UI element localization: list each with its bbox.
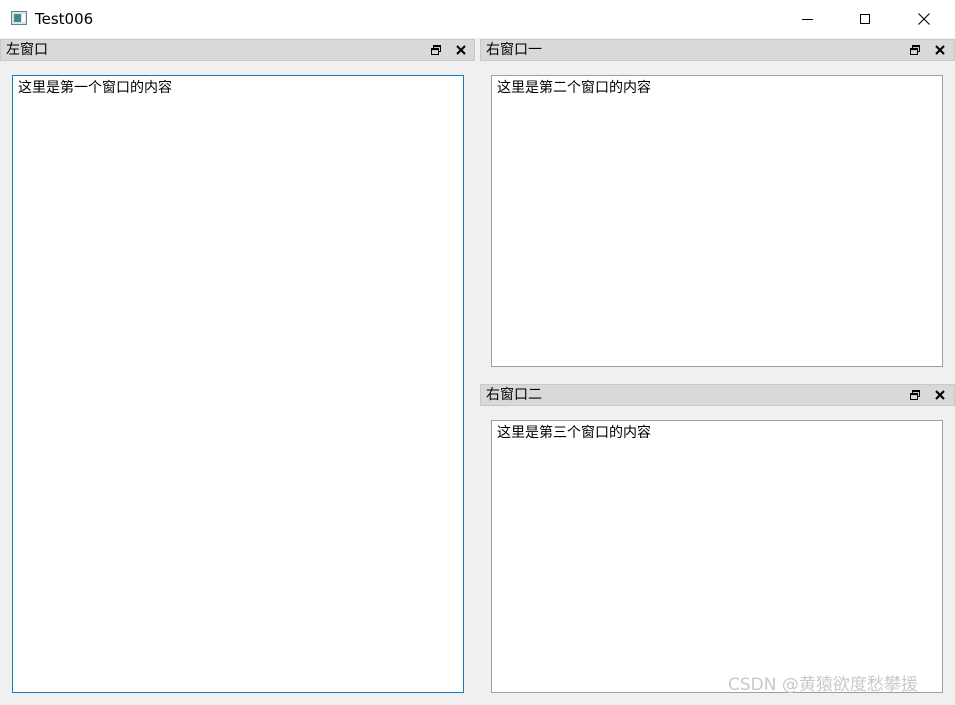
maximize-button[interactable] [836, 0, 894, 38]
dock-left-content-text: 这里是第一个窗口的内容 [18, 80, 172, 96]
close-icon [918, 13, 930, 25]
close-x-icon[interactable] [933, 388, 947, 402]
main-window: Test006 左窗口 这里是第一个窗口的内容 右窗口一 这里是第二个窗口的内容… [0, 0, 955, 705]
minimize-button[interactable] [778, 0, 836, 38]
dock-right-top-title: 右窗口一 [486, 42, 542, 58]
dock-left: 左窗口 这里是第一个窗口的内容 [0, 39, 475, 705]
dock-right-top-titlebar[interactable]: 右窗口一 [480, 39, 955, 61]
dock-left-content[interactable]: 这里是第一个窗口的内容 [12, 75, 464, 693]
window-title: Test006 [35, 10, 94, 28]
minimize-icon [801, 18, 813, 20]
maximize-icon [860, 14, 870, 24]
dock-right-bottom-title: 右窗口二 [486, 387, 542, 403]
dock-right-top: 右窗口一 这里是第二个窗口的内容 [480, 39, 955, 377]
dock-right-bottom-content-text: 这里是第三个窗口的内容 [497, 425, 651, 441]
watermark-text: CSDN @黄猿欲度愁攀援 [728, 675, 918, 695]
dock-right-top-content-text: 这里是第二个窗口的内容 [497, 80, 651, 96]
app-window-icon [11, 11, 27, 25]
dock-right-bottom-titlebar[interactable]: 右窗口二 [480, 384, 955, 406]
dock-right-top-content[interactable]: 这里是第二个窗口的内容 [491, 75, 943, 367]
dock-right-bottom-content[interactable]: 这里是第三个窗口的内容 [491, 420, 943, 693]
dock-right-bottom: 右窗口二 这里是第三个窗口的内容 [480, 384, 955, 705]
close-x-icon[interactable] [454, 43, 468, 57]
dock-left-titlebar[interactable]: 左窗口 [0, 39, 475, 61]
float-restore-icon[interactable] [909, 44, 921, 56]
float-restore-icon[interactable] [430, 44, 442, 56]
close-window-button[interactable] [895, 0, 953, 38]
close-x-icon[interactable] [933, 43, 947, 57]
title-bar[interactable]: Test006 [0, 0, 955, 38]
float-restore-icon[interactable] [909, 389, 921, 401]
dock-left-title: 左窗口 [6, 42, 48, 58]
